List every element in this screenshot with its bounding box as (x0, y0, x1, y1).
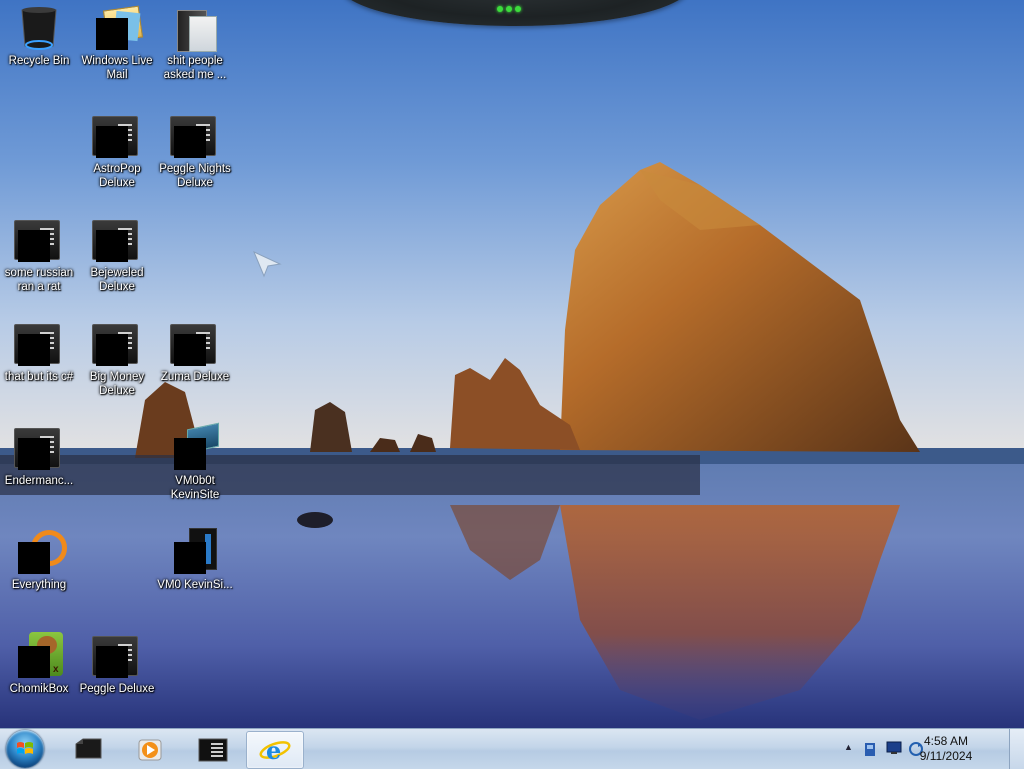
desktop-icon-label: Zuma Deluxe (160, 371, 230, 383)
desktop-icon-folder[interactable]: shit people asked me ... (156, 4, 234, 82)
windows-logo-icon (17, 742, 33, 754)
chomikbox-x-mark: x (53, 664, 59, 675)
green-dots-indicator (497, 6, 521, 12)
desktop-icon-label: ChomikBox (9, 683, 69, 695)
game-exe-icon (92, 112, 141, 160)
desktop-icon-label: Everything (11, 579, 67, 591)
desktop-icon-label: AstroPop Deluxe (93, 163, 141, 189)
desktop-icon-label: VM0 KevinSi... (157, 579, 233, 591)
desktop-icon-label: Peggle Deluxe (79, 683, 155, 695)
desktop-icon-big-money-deluxe[interactable]: Big Money Deluxe (78, 320, 156, 398)
internet-explorer-icon: e (259, 736, 291, 765)
svg-text:e: e (266, 736, 281, 765)
show-desktop-button[interactable] (1009, 729, 1024, 769)
show-hidden-chevron-icon[interactable]: ▲ (844, 742, 853, 752)
clock-date: 9/11/2024 (919, 749, 973, 763)
desktop-icon-label: Peggle Nights Deluxe (159, 163, 231, 189)
desktop-icon-label: shit people asked me ... (163, 55, 227, 81)
desktop-icon-astropop-deluxe[interactable]: AstroPop Deluxe (78, 112, 156, 190)
desktop-icon-recycle-bin[interactable]: Recycle Bin (0, 4, 78, 68)
desktop-icon-label: that but its c# (4, 371, 74, 383)
exe-icon (14, 216, 63, 264)
volume-icon[interactable] (864, 741, 878, 757)
media-player-icon (138, 739, 162, 761)
desktop-icon-everything[interactable]: Everything (0, 528, 78, 592)
desktop-icon-label: Bejeweled Deluxe (90, 267, 144, 293)
game-exe-icon (170, 320, 219, 368)
desktop-icon-windows-live-mail[interactable]: Windows Live Mail (78, 4, 156, 82)
desktop-icon-label: Recycle Bin (8, 55, 70, 67)
search-everything-icon (15, 528, 67, 576)
taskbar-internet-explorer-button[interactable]: e (246, 731, 304, 769)
exe-icon (14, 424, 63, 472)
game-exe-icon (170, 112, 219, 160)
desktop-icon-vm0-kevinsite[interactable]: VM0 KevinSi... (156, 528, 234, 592)
game-exe-icon (92, 320, 141, 368)
desktop-icon-label: Endermanc... (4, 475, 74, 487)
exe-icon (14, 320, 63, 368)
desktop-icon-that-but-its-csharp[interactable]: that but its c# (0, 320, 78, 384)
taskbar: e ▲ 4:58 AM 9/11/2024 (0, 728, 1024, 769)
start-button[interactable] (6, 730, 44, 768)
recycle-bin-icon (15, 4, 63, 52)
desktop-icon-label: Windows Live Mail (81, 55, 153, 81)
desktop-icon-zuma-deluxe[interactable]: Zuma Deluxe (156, 320, 234, 384)
taskbar-media-player-button[interactable] (122, 731, 178, 767)
game-exe-icon (92, 216, 141, 264)
desktop-icon-label: VM0b0t KevinSite (170, 475, 220, 501)
vm-icon (171, 528, 219, 576)
desktop-icon-some-russian-ran-a-rat[interactable]: some russian ran a rat (0, 216, 78, 294)
network-icon[interactable] (886, 741, 902, 755)
desktop-icon-chomikbox[interactable]: x ChomikBox (0, 632, 78, 696)
console-window-icon (198, 738, 228, 762)
desktop-icon-endermanch[interactable]: Endermanc... (0, 424, 78, 488)
explorer-black-icon (75, 738, 102, 759)
mail-icon (93, 4, 144, 52)
taskbar-explorer-button[interactable] (60, 731, 116, 767)
desktop-icon-vm0b0t-kevinsite[interactable]: VM0b0t KevinSite (156, 422, 234, 502)
chomikbox-icon: x (15, 632, 63, 680)
desktop-icon-label: some russian ran a rat (4, 267, 74, 293)
desktop-icon-peggle-nights-deluxe[interactable]: Peggle Nights Deluxe (156, 112, 234, 190)
desktop-icon-peggle-deluxe[interactable]: Peggle Deluxe (78, 632, 156, 696)
taskbar-clock[interactable]: 4:58 AM 9/11/2024 (916, 734, 976, 764)
vm-icon (171, 422, 219, 472)
clock-time: 4:58 AM (923, 734, 969, 748)
taskbar-console-button[interactable] (184, 731, 240, 767)
desktop-icon-bejeweled-deluxe[interactable]: Bejeweled Deluxe (78, 216, 156, 294)
desktop-icon-label: Big Money Deluxe (89, 371, 145, 397)
mouse-cursor-icon (253, 251, 282, 278)
folder-icon (171, 4, 219, 52)
game-exe-icon (92, 632, 141, 680)
